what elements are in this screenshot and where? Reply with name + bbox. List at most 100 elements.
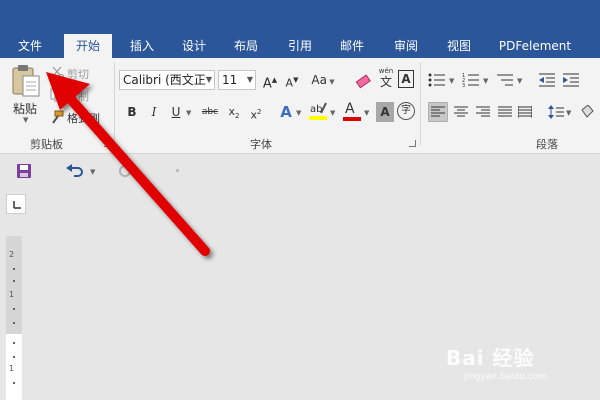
shrink-font-icon[interactable]: A▼ (282, 70, 302, 90)
align-center-icon[interactable] (454, 106, 468, 118)
grow-font-icon[interactable]: A▲ (260, 70, 280, 91)
text-effects-icon[interactable]: A (276, 102, 296, 122)
svg-text:ab: ab (310, 104, 322, 115)
font-color-dropdown-icon[interactable]: ▼ (364, 109, 369, 117)
highlight-dropdown-icon[interactable]: ▼ (330, 109, 335, 117)
ruler-tick (13, 280, 15, 282)
tab-layout[interactable]: 布局 (224, 34, 268, 58)
character-shading-icon[interactable]: A (376, 102, 394, 122)
format-painter-button[interactable]: 格式刷 (50, 108, 106, 126)
watermark-text: Bai 经验 (446, 346, 535, 370)
paragraph-group-label: 段落 (536, 138, 558, 151)
ribbon-tab-bar: 文件 开始 插入 设计 布局 引用 邮件 审阅 视图 PDFelement (0, 34, 600, 58)
paste-label: 粘贴 (13, 102, 38, 116)
font-name-combo[interactable]: Calibri (西文正 ▼ (119, 70, 215, 90)
tab-insert[interactable]: 插入 (120, 34, 164, 58)
line-spacing-icon[interactable] (548, 105, 564, 119)
bullets-icon[interactable] (428, 72, 446, 88)
highlighter-icon: ab (310, 102, 327, 115)
tab-home[interactable]: 开始 (64, 34, 112, 58)
multilevel-dropdown-icon[interactable]: ▼ (517, 77, 522, 85)
decrease-indent-icon[interactable] (538, 72, 556, 88)
clipboard-launcher-icon[interactable] (104, 140, 111, 147)
left-tab-icon (13, 201, 21, 209)
font-color-button[interactable]: A (342, 101, 362, 123)
bold-icon[interactable]: B (122, 102, 142, 122)
ruler-page-area: 1 (6, 334, 22, 400)
paste-dropdown-icon: ▼ (23, 116, 29, 124)
ruler-tick (13, 356, 15, 358)
tab-mailings[interactable]: 邮件 (330, 34, 374, 58)
align-right-icon[interactable] (476, 106, 490, 118)
vertical-ruler[interactable]: 2 1 1 (6, 236, 22, 400)
enclose-characters-icon[interactable]: 字 (397, 102, 415, 120)
shading-icon[interactable] (580, 105, 594, 119)
redo-icon[interactable] (118, 164, 132, 178)
underline-icon[interactable]: U (166, 102, 186, 122)
cut-button[interactable]: 剪切 (50, 64, 100, 82)
line-spacing-dropdown-icon[interactable]: ▼ (566, 109, 571, 117)
font-size-combo[interactable]: 11 ▼ (218, 70, 256, 90)
ruler-tick (13, 382, 15, 384)
highlight-color-swatch (309, 116, 327, 120)
phonetic-guide-pinyin: wén (378, 67, 394, 75)
paintbrush-icon (52, 110, 64, 124)
subscript-icon[interactable]: x2 (224, 102, 244, 122)
tab-file[interactable]: 文件 (8, 34, 52, 58)
numbering-icon[interactable]: 1 2 3 (462, 72, 480, 88)
ruler-tick (13, 342, 15, 344)
scissors-icon (50, 66, 64, 80)
clipboard-icon (12, 65, 40, 97)
ruler-tick (13, 322, 15, 324)
undo-icon[interactable] (66, 164, 84, 178)
strikethrough-icon[interactable]: abc (198, 102, 222, 122)
copy-label: 复制 (67, 90, 89, 103)
word-window: 文件 开始 插入 设计 布局 引用 邮件 审阅 视图 PDFelement 粘贴… (0, 0, 600, 400)
character-border-icon[interactable]: A (398, 70, 414, 88)
distributed-icon[interactable] (518, 106, 532, 118)
superscript-icon[interactable]: x2 (246, 102, 266, 122)
clipboard-group-label: 剪贴板 (30, 138, 63, 151)
tab-review[interactable]: 审阅 (384, 34, 428, 58)
tab-design[interactable]: 设计 (172, 34, 216, 58)
cut-label: 剪切 (67, 68, 89, 81)
phonetic-guide-button[interactable]: wén 文 (376, 67, 396, 93)
ribbon: 粘贴 ▼ 剪切 复制 格式刷 剪贴板 Calibri (西文正 ▼ 11 ▼ A… (0, 58, 600, 154)
align-left-icon (431, 106, 445, 117)
group-divider (420, 62, 421, 146)
multilevel-list-icon[interactable] (496, 72, 514, 88)
copy-button[interactable]: 复制 (50, 86, 100, 104)
clear-formatting-icon[interactable] (354, 72, 372, 90)
paste-button[interactable]: 粘贴 ▼ (8, 62, 44, 124)
underline-dropdown-icon[interactable]: ▼ (186, 109, 191, 117)
font-launcher-icon[interactable] (409, 140, 416, 147)
watermark-url: jingyan.baidu.com (464, 372, 548, 382)
increase-indent-icon[interactable] (562, 72, 580, 88)
change-case-button[interactable]: Aa ▼ (310, 70, 336, 90)
ruler-tick (13, 308, 15, 310)
ruler-number: 2 (9, 250, 15, 259)
tab-stop-selector[interactable] (6, 194, 26, 214)
font-name-dropdown-icon[interactable]: ▼ (206, 71, 212, 89)
justify-icon[interactable] (498, 106, 512, 118)
quick-access-toolbar: ▼ (0, 155, 600, 185)
numbering-dropdown-icon[interactable]: ▼ (483, 77, 488, 85)
qat-customize-icon[interactable] (176, 169, 179, 172)
font-size-dropdown-icon[interactable]: ▼ (247, 71, 253, 89)
tab-pdfelement[interactable]: PDFelement (494, 34, 576, 58)
format-painter-label: 格式刷 (67, 112, 100, 125)
tab-references[interactable]: 引用 (278, 34, 322, 58)
tab-view[interactable]: 视图 (437, 34, 481, 58)
bullets-dropdown-icon[interactable]: ▼ (449, 77, 454, 85)
change-case-label: Aa (311, 73, 327, 87)
copy-icon (50, 88, 64, 102)
undo-dropdown-icon[interactable]: ▼ (90, 168, 95, 176)
highlight-color-button[interactable]: ab (308, 101, 328, 123)
save-icon[interactable] (16, 163, 32, 179)
text-effects-dropdown-icon[interactable]: ▼ (296, 109, 301, 117)
title-bar (0, 0, 600, 34)
font-name-value: Calibri (西文正 (123, 73, 206, 87)
ruler-tick (13, 268, 15, 270)
align-left-button[interactable] (428, 102, 448, 122)
italic-icon[interactable]: I (144, 102, 164, 122)
